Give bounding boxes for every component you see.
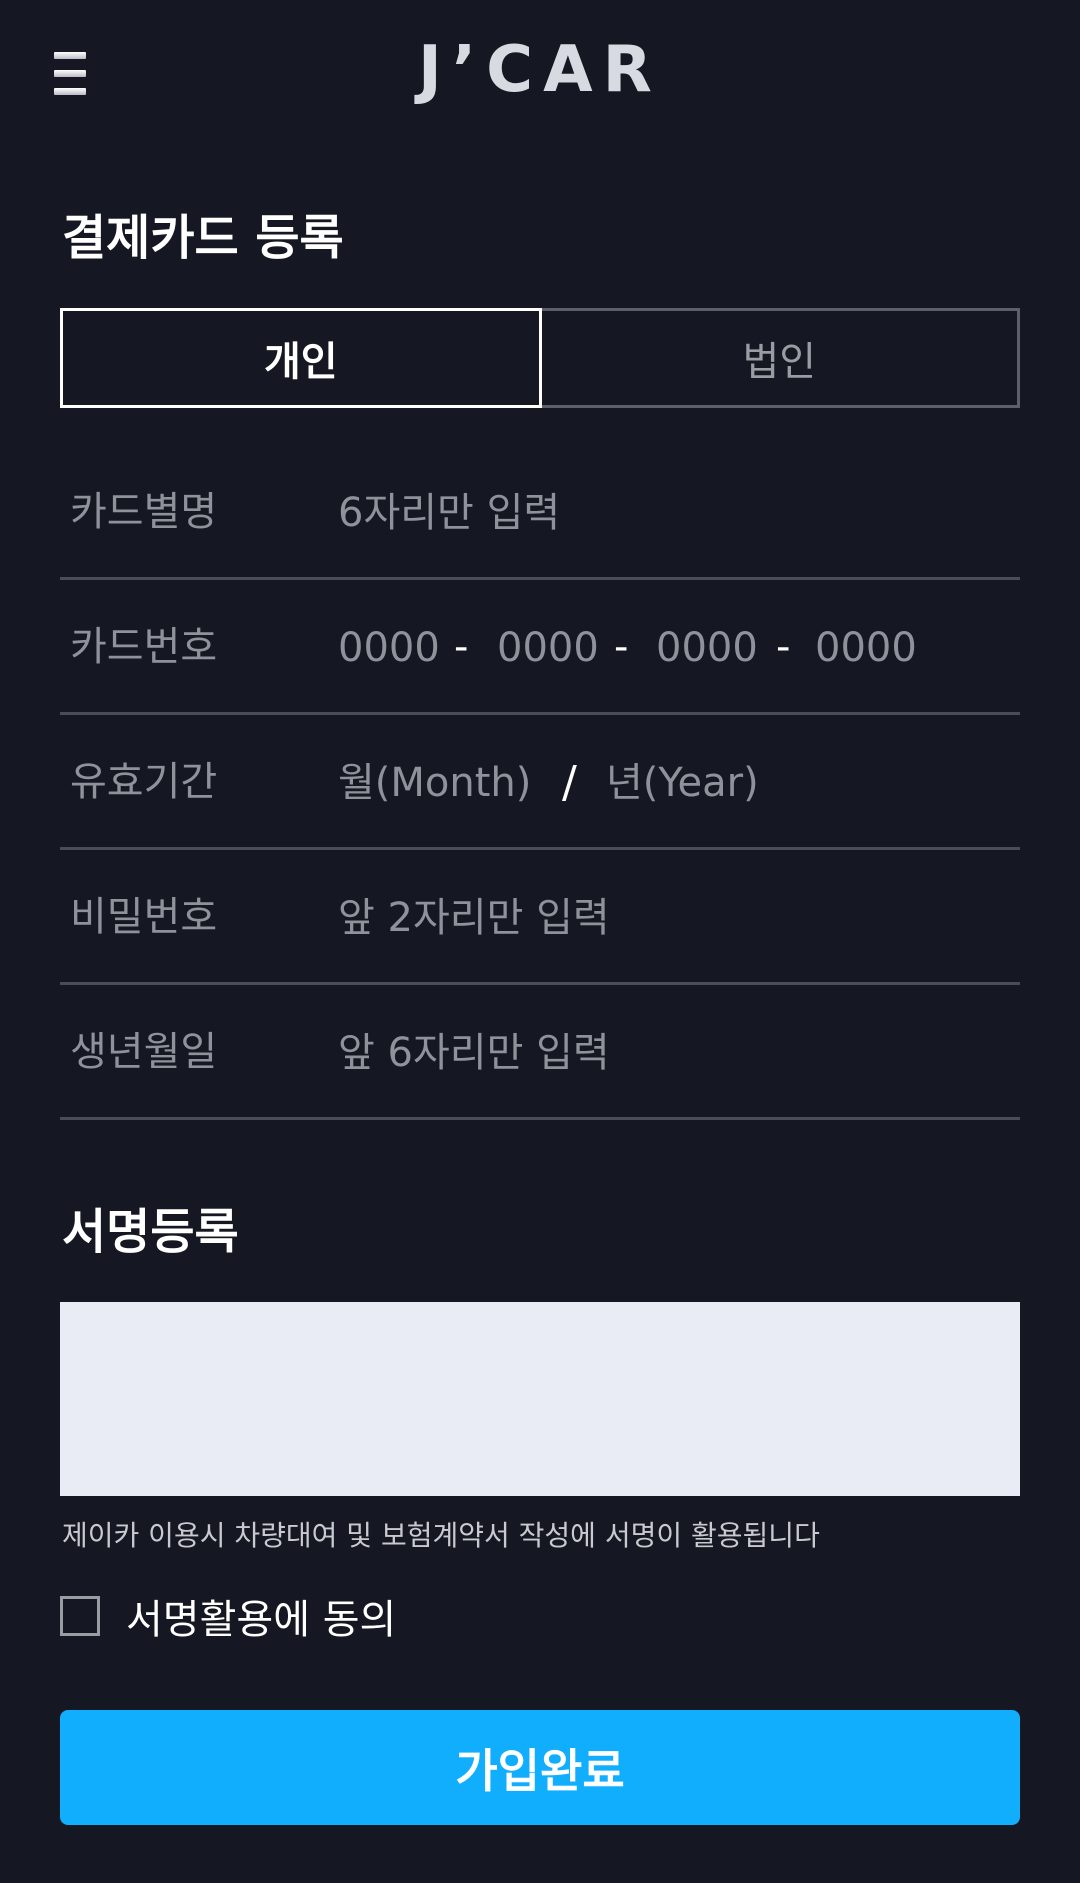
card-alias-row: 카드별명 — [60, 445, 1020, 580]
expiry-year-input[interactable] — [606, 753, 846, 813]
signature-note: 제이카 이용시 차량대여 및 보험계약서 작성에 서명이 활용됩니다 — [62, 1519, 820, 1552]
agree-label: 서명활용에 동의 — [126, 1597, 397, 1643]
card-alias-input[interactable] — [338, 483, 978, 543]
card-number-segment-1[interactable] — [338, 618, 438, 678]
agree-checkbox[interactable] — [60, 1596, 100, 1636]
app-header: J’CAR — [0, 0, 1080, 140]
card-expiry-row: 유효기간 / — [60, 715, 1020, 850]
birthdate-input[interactable] — [338, 1023, 978, 1083]
card-number-segment-3[interactable] — [656, 618, 756, 678]
card-number-separator: - — [614, 624, 629, 670]
signature-agree-toggle[interactable]: 서명활용에 동의 — [60, 1592, 396, 1643]
card-number-row: 카드번호 - - - — [60, 580, 1020, 715]
expiry-month-input[interactable] — [338, 753, 558, 813]
signature-pad[interactable] — [60, 1302, 1020, 1496]
card-alias-label: 카드별명 — [70, 489, 218, 535]
card-section-title: 결제카드 등록 — [62, 210, 344, 266]
card-number-separator: - — [776, 624, 791, 670]
card-password-input[interactable] — [338, 888, 978, 948]
card-number-separator: - — [454, 624, 469, 670]
card-expiry-label: 유효기간 — [70, 759, 218, 805]
card-password-row: 비밀번호 — [60, 850, 1020, 985]
card-number-label: 카드번호 — [70, 624, 218, 670]
tab-personal[interactable]: 개인 — [60, 308, 542, 408]
birthdate-label: 생년월일 — [70, 1029, 218, 1075]
signature-section-title: 서명등록 — [62, 1204, 239, 1260]
card-password-label: 비밀번호 — [70, 894, 218, 940]
card-number-segment-2[interactable] — [497, 618, 597, 678]
expiry-separator: / — [562, 757, 577, 808]
card-type-tabs: 개인 법인 — [60, 308, 1020, 408]
app-logo: J’CAR — [418, 33, 662, 107]
tab-corporate[interactable]: 법인 — [541, 308, 1020, 408]
complete-signup-button[interactable]: 가입완료 — [60, 1710, 1020, 1825]
birthdate-row: 생년월일 — [60, 985, 1020, 1120]
card-number-segment-4[interactable] — [815, 618, 915, 678]
